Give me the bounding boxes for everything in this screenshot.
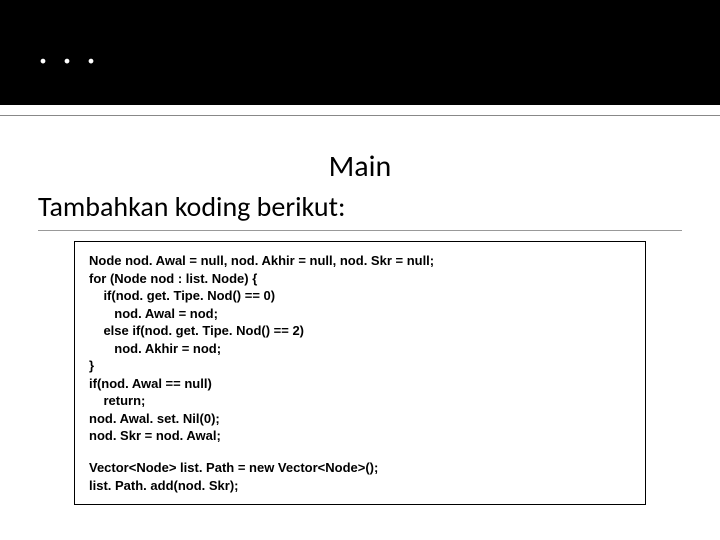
code-line: if(nod. get. Tipe. Nod() == 0) (89, 287, 631, 305)
code-box: Node nod. Awal = null, nod. Akhir = null… (74, 241, 646, 505)
code-line: return; (89, 392, 631, 410)
code-line: for (Node nod : list. Node) { (89, 270, 631, 288)
code-gap (89, 445, 631, 459)
code-line: else if(nod. get. Tipe. Nod() == 2) (89, 322, 631, 340)
code-line: list. Path. add(nod. Skr); (89, 477, 631, 495)
content-area: Main Tambahkan koding berikut: Node nod.… (38, 148, 682, 505)
code-line: } (89, 357, 631, 375)
instruction-text: Tambahkan koding berikut: (38, 189, 682, 231)
code-line: nod. Skr = nod. Awal; (89, 427, 631, 445)
code-line: nod. Awal. set. Nil(0); (89, 410, 631, 428)
section-heading: Main (38, 148, 682, 185)
divider (0, 115, 720, 116)
code-line: nod. Awal = nod; (89, 305, 631, 323)
code-line: if(nod. Awal == null) (89, 375, 631, 393)
title-bar: . . . (0, 0, 720, 105)
code-line: nod. Akhir = nod; (89, 340, 631, 358)
code-line: Vector<Node> list. Path = new Vector<Nod… (89, 459, 631, 477)
slide: . . . Main Tambahkan koding berikut: Nod… (0, 0, 720, 540)
code-line: Node nod. Awal = null, nod. Akhir = null… (89, 252, 631, 270)
slide-title: . . . (38, 26, 98, 73)
